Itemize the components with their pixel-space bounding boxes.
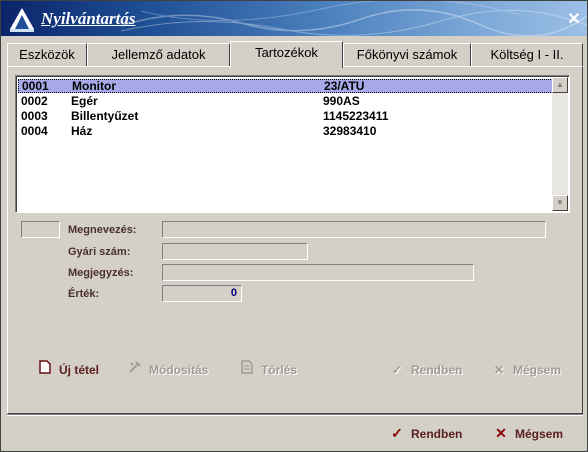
item-name: Ház: [71, 124, 93, 138]
scroll-up-icon[interactable]: ▲: [552, 77, 568, 93]
check-icon: ✓: [391, 363, 403, 377]
tab-eszkozok[interactable]: Eszközök: [7, 43, 87, 67]
app-logo-icon: [10, 8, 34, 32]
value-field[interactable]: 0: [162, 285, 242, 302]
ok-label: Rendben: [411, 427, 463, 441]
name-field[interactable]: [162, 221, 546, 238]
tab-tartozekok[interactable]: Tartozékok: [230, 41, 343, 68]
serial-field[interactable]: [162, 243, 308, 260]
inline-cancel-button[interactable]: ✕ Mégsem: [491, 360, 561, 380]
delete-document-icon: [239, 360, 255, 380]
new-document-icon: [37, 360, 53, 380]
new-item-button[interactable]: Új tétel: [37, 360, 99, 380]
inline-ok-button[interactable]: ✓ Rendben: [389, 360, 462, 380]
inline-cancel-label: Mégsem: [513, 363, 562, 377]
item-serial: 1145223411: [323, 109, 389, 123]
record-indicator-field: [21, 221, 60, 238]
window-title: Nyilvántartás: [41, 9, 136, 28]
delete-button[interactable]: Törlés: [239, 360, 297, 380]
scroll-down-icon[interactable]: ▼: [552, 195, 568, 211]
wrench-icon: [127, 360, 143, 380]
accessories-list[interactable]: 0001 Monitor 23/ATU 0002 Egér 990AS 0003…: [15, 75, 570, 213]
value-text: 0: [230, 287, 237, 299]
item-name: Billentyűzet: [71, 109, 139, 123]
tab-fokonyvi-szamok[interactable]: Főkönyvi számok: [343, 43, 471, 67]
tab-bar: Eszközök Jellemző adatok Tartozékok Főkö…: [7, 41, 585, 68]
item-code: 0004: [21, 124, 48, 138]
list-item[interactable]: 0004 Ház 32983410: [18, 124, 553, 138]
modify-button[interactable]: Módosítás: [127, 360, 208, 380]
inline-ok-label: Rendben: [411, 363, 463, 377]
list-scrollbar[interactable]: ▲ ▼: [552, 77, 568, 211]
item-name: Egér: [71, 94, 98, 108]
title-bar: Nyilvántartás ✕: [1, 1, 587, 36]
item-code: 0003: [21, 109, 48, 123]
x-icon: ✕: [493, 363, 505, 377]
value-label: Érték:: [68, 288, 100, 300]
x-icon: ✕: [495, 425, 507, 441]
ok-button[interactable]: ✓ Rendben: [389, 423, 462, 443]
list-item[interactable]: 0002 Egér 990AS: [18, 94, 553, 108]
cancel-button[interactable]: ✕ Mégsem: [493, 423, 563, 443]
serial-label: Gyári szám:: [68, 246, 131, 258]
list-item[interactable]: 0003 Billentyűzet 1145223411: [18, 109, 553, 123]
item-code: 0002: [21, 94, 48, 108]
dialog-window: Nyilvántartás ✕ Eszközök Jellemző adatok…: [0, 0, 588, 452]
tab-jellemzo-adatok[interactable]: Jellemző adatok: [87, 43, 230, 67]
item-serial: 32983410: [323, 124, 377, 138]
note-label: Megjegyzés:: [68, 267, 134, 279]
title-bar-decoration: [121, 1, 587, 36]
item-name: Monitor: [72, 79, 116, 93]
name-label: Megnevezés:: [68, 224, 137, 236]
item-code: 0001: [22, 79, 49, 93]
new-item-label: Új tétel: [59, 363, 100, 377]
list-item[interactable]: 0001 Monitor 23/ATU: [18, 79, 553, 93]
footer-separator: [7, 414, 583, 416]
tab-koltseg[interactable]: Költség I - II.: [471, 43, 583, 67]
cancel-label: Mégsem: [515, 427, 564, 441]
check-icon: ✓: [391, 425, 403, 441]
item-serial: 990AS: [323, 94, 360, 108]
modify-label: Módosítás: [149, 363, 209, 377]
note-field[interactable]: [162, 264, 474, 281]
delete-label: Törlés: [261, 363, 298, 377]
close-icon[interactable]: ✕: [567, 12, 581, 28]
item-serial: 23/ATU: [324, 79, 365, 93]
